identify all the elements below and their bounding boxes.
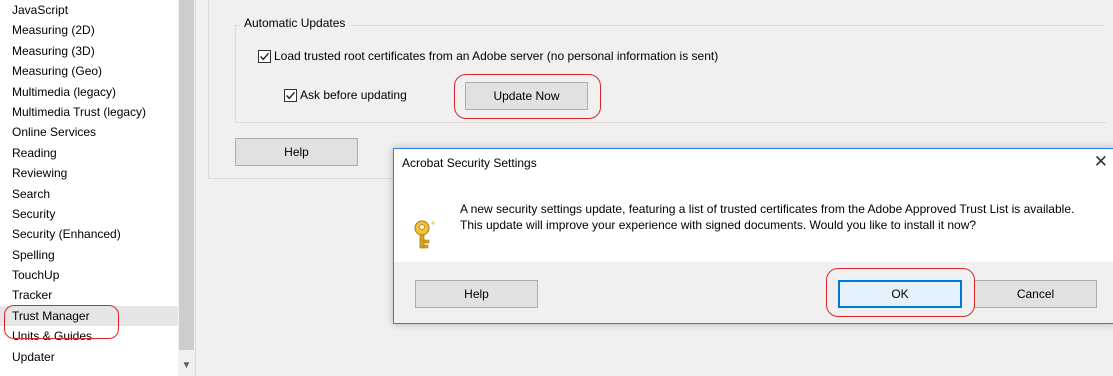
dialog-help-button[interactable]: Help xyxy=(415,280,538,308)
category-item[interactable]: Spelling xyxy=(0,245,178,265)
category-item[interactable]: Reviewing xyxy=(0,163,178,183)
automatic-updates-title: Automatic Updates xyxy=(240,16,350,30)
category-items: JavaScript Measuring (2D) Measuring (3D) Me… xyxy=(0,0,178,367)
category-item[interactable]: Measuring (2D) xyxy=(0,20,178,40)
category-item[interactable]: Multimedia Trust (legacy) xyxy=(0,102,178,122)
category-item[interactable]: Trust Manager xyxy=(0,305,178,327)
cancel-button[interactable]: Cancel xyxy=(974,280,1097,308)
checkmark-icon xyxy=(286,91,296,100)
load-trusted-label[interactable]: Load trusted root certificates from an A… xyxy=(274,49,718,63)
category-item[interactable]: Search xyxy=(0,184,178,204)
category-item[interactable]: Measuring (3D) xyxy=(0,41,178,61)
dialog-body: A new security settings update, featurin… xyxy=(394,178,1113,262)
update-now-button[interactable]: Update Now xyxy=(465,82,588,110)
category-item[interactable]: Security (Enhanced) xyxy=(0,224,178,244)
category-item[interactable]: TouchUp xyxy=(0,265,178,285)
checkmark-icon xyxy=(260,52,270,61)
category-item[interactable]: Updater xyxy=(0,347,178,367)
category-item[interactable]: Reading xyxy=(0,143,178,163)
dialog-message: A new security settings update, featurin… xyxy=(460,202,1075,232)
load-trusted-checkbox[interactable] xyxy=(258,50,271,63)
category-item[interactable]: Online Services xyxy=(0,122,178,142)
close-icon[interactable]: ✕ xyxy=(1094,152,1108,172)
category-item[interactable]: JavaScript xyxy=(0,0,178,20)
help-button[interactable]: Help xyxy=(235,138,358,166)
dialog-titlebar[interactable]: Acrobat Security Settings ✕ xyxy=(394,149,1113,178)
automatic-updates-group-border xyxy=(235,25,1105,26)
category-item[interactable]: Multimedia (legacy) xyxy=(0,82,178,102)
ask-before-updating-label[interactable]: Ask before updating xyxy=(300,88,407,102)
ok-button[interactable]: OK xyxy=(838,280,962,308)
category-item[interactable]: Tracker xyxy=(0,285,178,305)
category-list[interactable]: JavaScript Measuring (2D) Measuring (3D) Me… xyxy=(0,0,196,376)
dialog-title: Acrobat Security Settings xyxy=(402,156,537,170)
scroll-thumb[interactable] xyxy=(179,0,194,350)
category-item[interactable]: Measuring (Geo) xyxy=(0,61,178,81)
list-scrollbar[interactable]: ▼ xyxy=(178,0,195,376)
security-settings-dialog: Acrobat Security Settings ✕ A new securi… xyxy=(393,148,1113,324)
scroll-down-arrow-icon[interactable]: ▼ xyxy=(178,356,195,376)
ask-before-updating-checkbox[interactable] xyxy=(284,89,297,102)
automatic-updates-group xyxy=(235,25,1106,123)
category-item[interactable]: Security xyxy=(0,204,178,224)
category-item[interactable]: Units & Guides xyxy=(0,326,178,346)
key-icon xyxy=(414,220,435,249)
